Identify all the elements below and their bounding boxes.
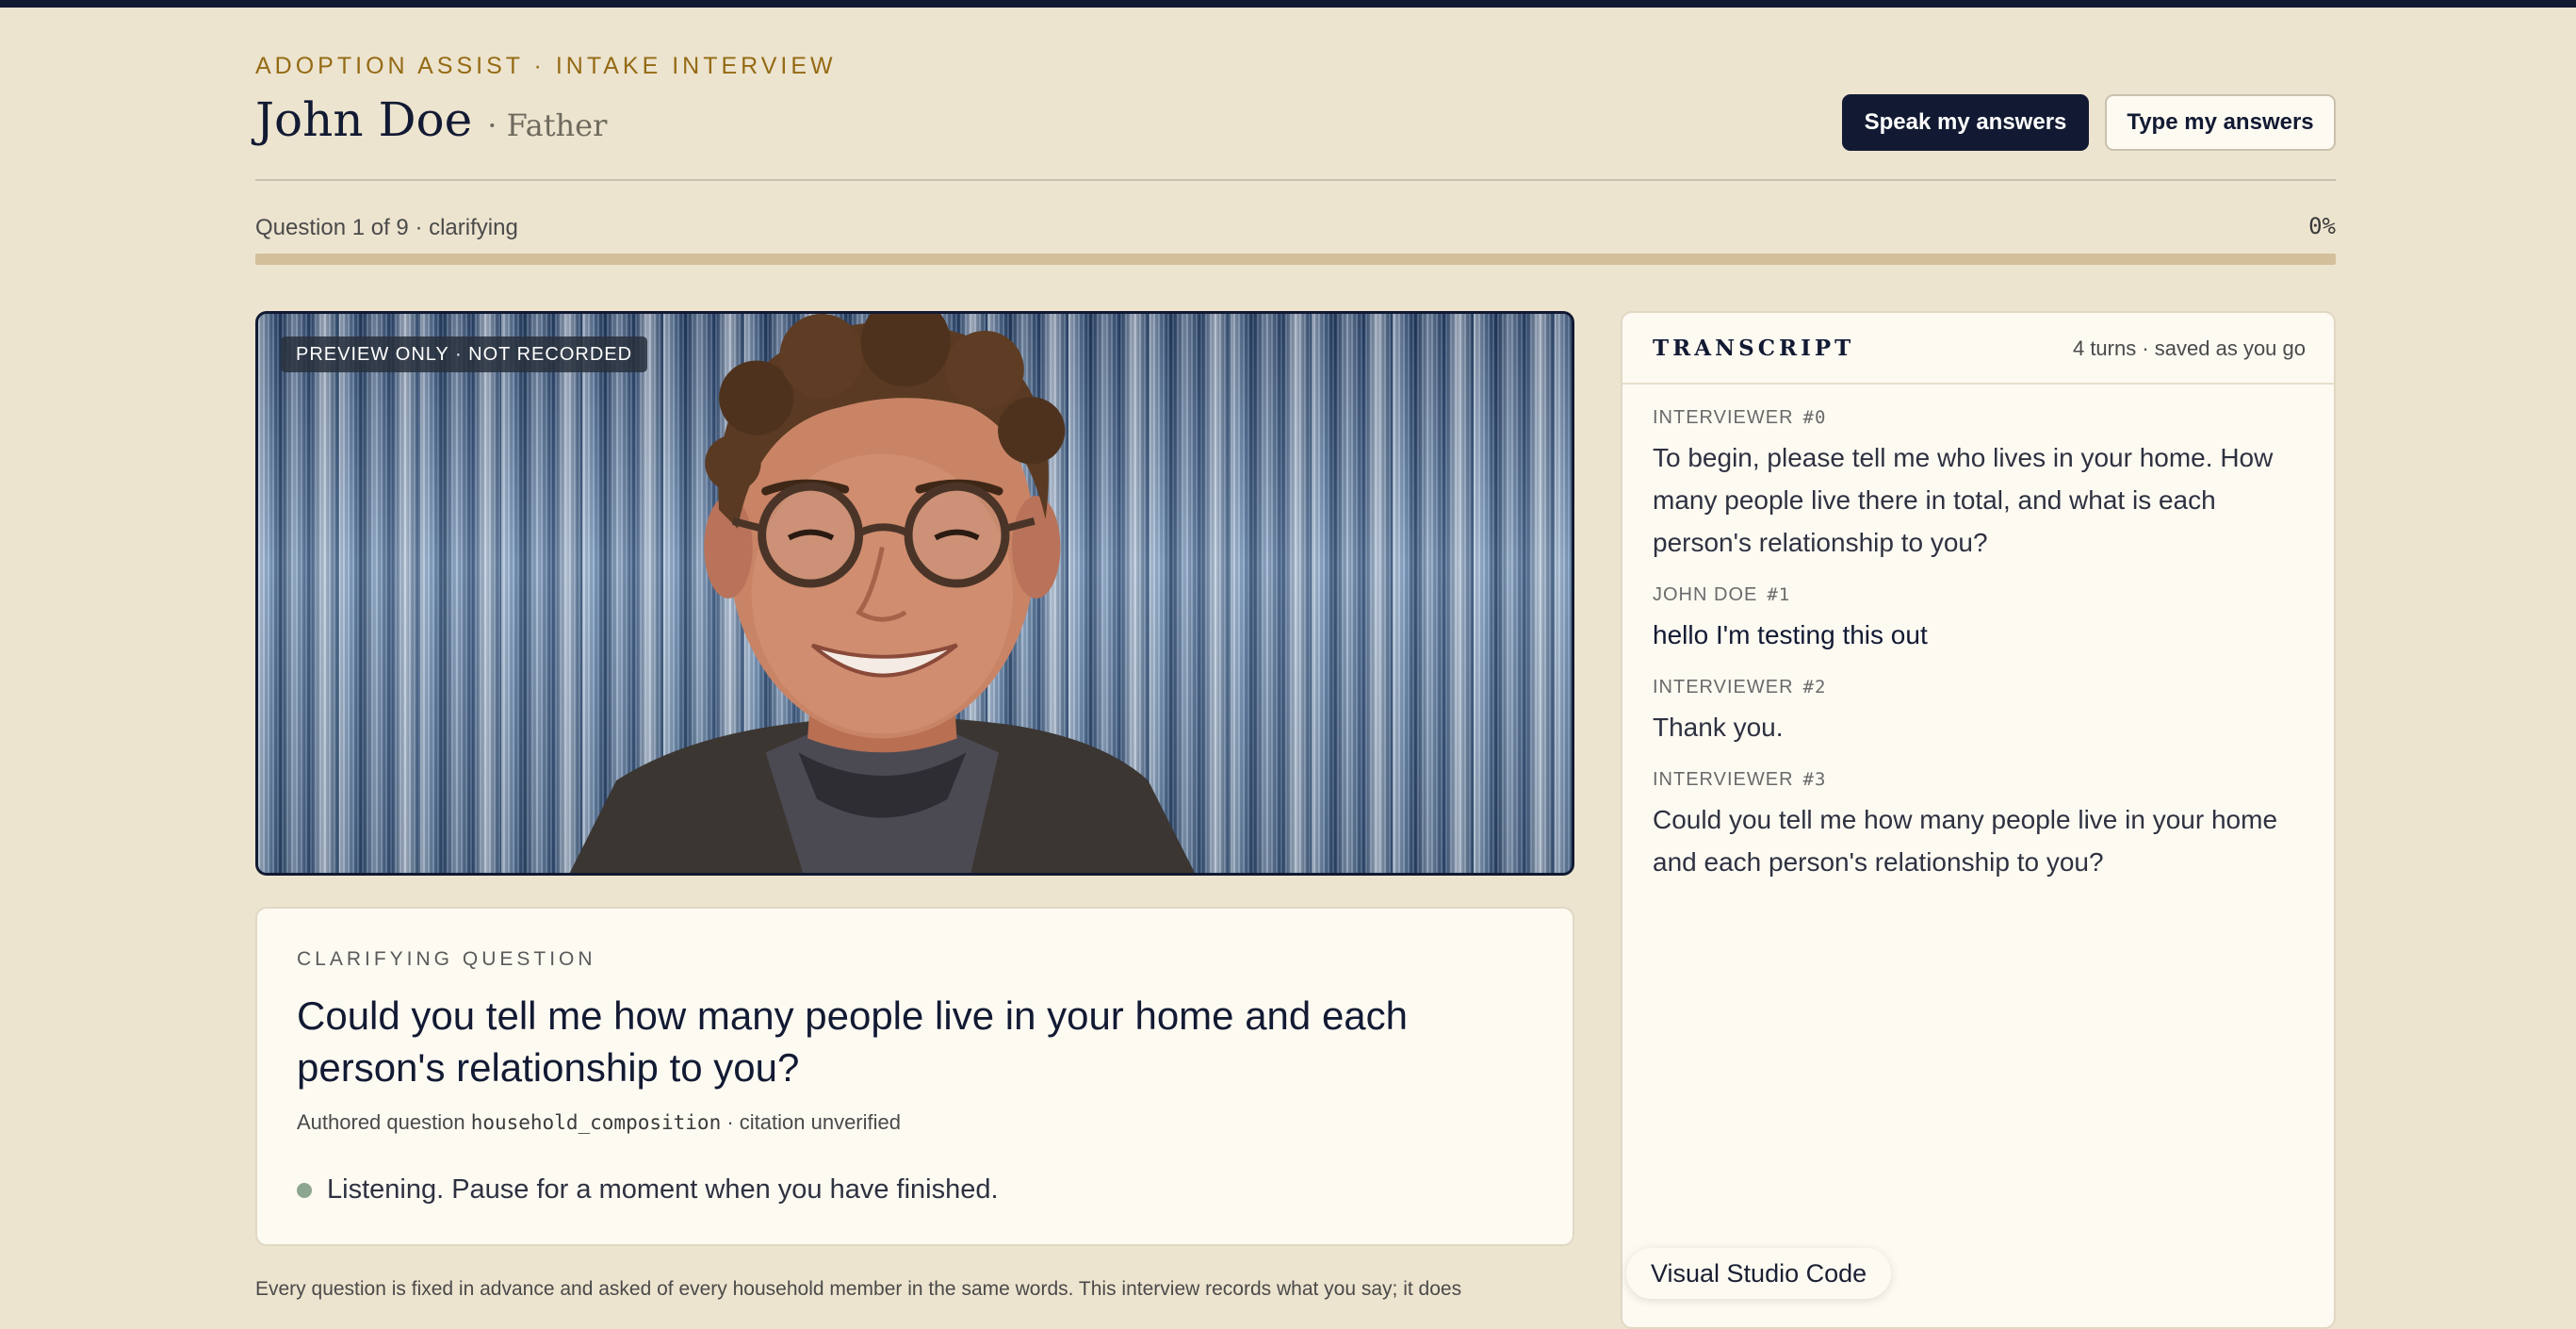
question-meta-suffix: · citation unverified — [726, 1110, 901, 1134]
transcript-turn: JOHN DOE #1 hello I'm testing this out — [1653, 584, 2312, 656]
question-card: CLARIFYING QUESTION Could you tell me ho… — [255, 907, 1574, 1246]
interviewee-role: · Father — [487, 107, 608, 143]
turn-text: Thank you. — [1653, 713, 1784, 742]
listening-status-text: Listening. Pause for a moment when you h… — [327, 1174, 999, 1205]
camera-preview: PREVIEW ONLY · NOT RECORDED — [255, 311, 1574, 876]
person-image — [569, 314, 1195, 873]
listening-status: Listening. Pause for a moment when you h… — [297, 1174, 999, 1206]
transcript-title: TRANSCRIPT — [1653, 336, 1855, 361]
question-meta-prefix: Authored question — [297, 1110, 465, 1134]
turn-text: Could you tell me how many people live i… — [1653, 805, 2278, 877]
transcript-turn: INTERVIEWER #0 To begin, please tell me w… — [1653, 407, 2312, 564]
interviewee-heading: John Doe · Father — [255, 92, 607, 147]
listening-indicator-icon — [297, 1182, 312, 1198]
turn-speaker: INTERVIEWER #0 — [1653, 407, 1827, 428]
progress-label: Question 1 of 9 · clarifying — [255, 215, 518, 240]
progress-bar — [255, 254, 2336, 265]
footnote-text: Every question is fixed in advance and a… — [255, 1278, 1462, 1300]
speak-answers-button[interactable]: Speak my answers — [1842, 94, 2089, 151]
question-text: Could you tell me how many people live i… — [297, 993, 1409, 1090]
question-meta: Authored question household_composition … — [297, 1110, 901, 1135]
preview-only-badge: PREVIEW ONLY · NOT RECORDED — [281, 336, 648, 372]
turn-text: hello I'm testing this out — [1653, 620, 1928, 649]
interviewee-name: John Doe — [255, 92, 473, 147]
transcript-meta: 4 turns · saved as you go — [2072, 336, 2306, 360]
transcript-list: INTERVIEWER #0 To begin, please tell me w… — [1653, 407, 2312, 904]
turn-speaker: INTERVIEWER #3 — [1653, 769, 1827, 790]
transcript-header: TRANSCRIPT 4 turns · saved as you go — [1622, 313, 2334, 385]
header-divider — [255, 179, 2336, 181]
turn-text: To begin, please tell me who lives in yo… — [1653, 443, 2274, 557]
type-answers-button[interactable]: Type my answers — [2105, 94, 2336, 151]
question-id-code: household_composition — [470, 1111, 722, 1134]
transcript-turn: INTERVIEWER #2 Thank you. — [1653, 677, 2312, 748]
question-type-label: CLARIFYING QUESTION — [297, 948, 596, 970]
turn-speaker: JOHN DOE #1 — [1653, 584, 1791, 605]
transcript-panel[interactable]: TRANSCRIPT 4 turns · saved as you go INT… — [1621, 311, 2336, 1329]
progress-percent: 0% — [2308, 213, 2336, 239]
turn-speaker: INTERVIEWER #2 — [1653, 677, 1827, 697]
transcript-turn: INTERVIEWER #3 Could you tell me how many… — [1653, 769, 2312, 883]
app-eyebrow: ADOPTION ASSIST · INTAKE INTERVIEW — [255, 53, 837, 79]
app-tooltip: Visual Studio Code — [1626, 1248, 1892, 1299]
top-accent-bar — [0, 0, 2576, 8]
